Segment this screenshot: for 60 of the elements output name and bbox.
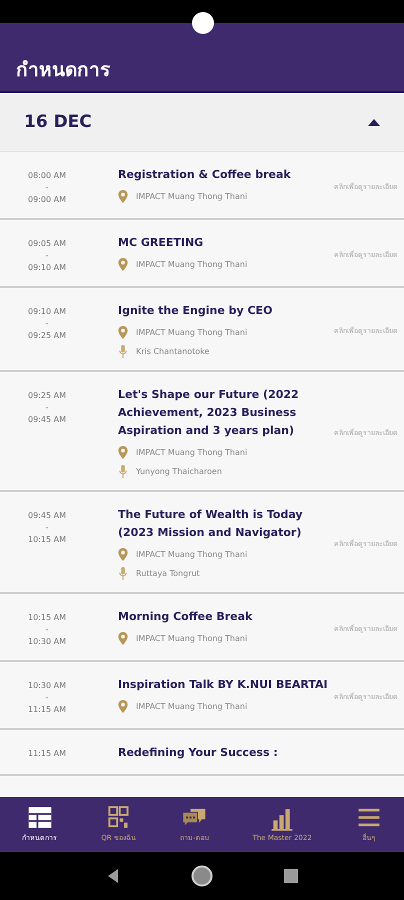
end-time: 09:00 AM [28,194,66,206]
location-text: IMPACT Muang Thong Thani [136,702,248,711]
location-text: IMPACT Muang Thong Thani [136,550,248,559]
time-separator: - [46,250,48,262]
microphone-icon [118,465,128,478]
session-title: MC GREETING [118,235,204,251]
time-separator: - [46,318,48,330]
time-separator: - [46,522,48,534]
speaker-name: Ruttaya Tongrut [136,569,200,578]
location-pin-icon [118,258,128,271]
session-title: Let's Shape our Future (2022 Achievement, 2023 Business Aspiration and 3 years plan) [118,387,300,439]
home-icon[interactable] [190,865,213,887]
end-time: 09:45 AM [28,414,66,426]
speaker-name: Kris Chantanotoke [136,347,210,356]
location-pin-icon [118,700,128,713]
session-title: Redefining Your Success : [118,745,279,761]
back-icon[interactable] [106,868,120,884]
time-separator: - [46,692,48,704]
table-icon [26,806,53,829]
session-title: The Future of Wealth is Today (2023 Mission and Navigator) [118,507,304,541]
end-time: 09:25 AM [28,330,66,342]
time-separator: - [46,402,48,414]
end-time: 10:15 AM [28,534,66,546]
session-title: Inspiration Talk BY K.NUI BEARTAI [118,677,329,693]
end-time: 10:30 AM [28,636,66,648]
location-pin-icon [118,326,128,339]
day-header[interactable]: 16 DEC [0,93,404,152]
location-pin-icon [118,446,128,459]
bar-chart-icon [269,808,296,830]
session-title: Morning Coffee Break [118,609,254,625]
location-text: IMPACT Muang Thong Thani [136,448,248,457]
session-title: Registration & Coffee break [118,167,292,183]
page-title: กำหนดการ [16,58,110,83]
start-time: 09:10 AM [28,306,66,318]
time-separator: - [46,624,48,636]
time-separator: - [46,182,48,194]
start-time: 11:15 AM [28,748,66,760]
start-time: 08:00 AM [28,170,66,182]
start-time: 09:05 AM [28,238,66,250]
end-time: 09:10 AM [28,262,66,274]
location-pin-icon [118,190,128,203]
location-text: IMPACT Muang Thong Thani [136,192,248,201]
location-text: IMPACT Muang Thong Thani [136,260,248,269]
recents-icon[interactable] [284,869,298,883]
start-time: 09:45 AM [28,510,66,522]
start-time: 10:15 AM [28,612,66,624]
location-text: IMPACT Muang Thong Thani [136,634,248,643]
start-time: 10:30 AM [28,680,66,692]
menu-icon [356,806,382,829]
location-pin-icon [118,632,128,645]
camera-hole [192,12,214,34]
location-pin-icon [118,548,128,561]
microphone-icon [118,567,128,580]
session-title: Ignite the Engine by CEO [118,303,274,319]
end-time: 11:15 AM [28,704,66,716]
speaker-name: Yunyong Thaicharoen [136,467,222,476]
day-label: 16 DEC [24,112,92,132]
location-text: IMPACT Muang Thong Thani [136,328,248,337]
start-time: 09:25 AM [28,390,66,402]
microphone-icon [118,345,128,358]
